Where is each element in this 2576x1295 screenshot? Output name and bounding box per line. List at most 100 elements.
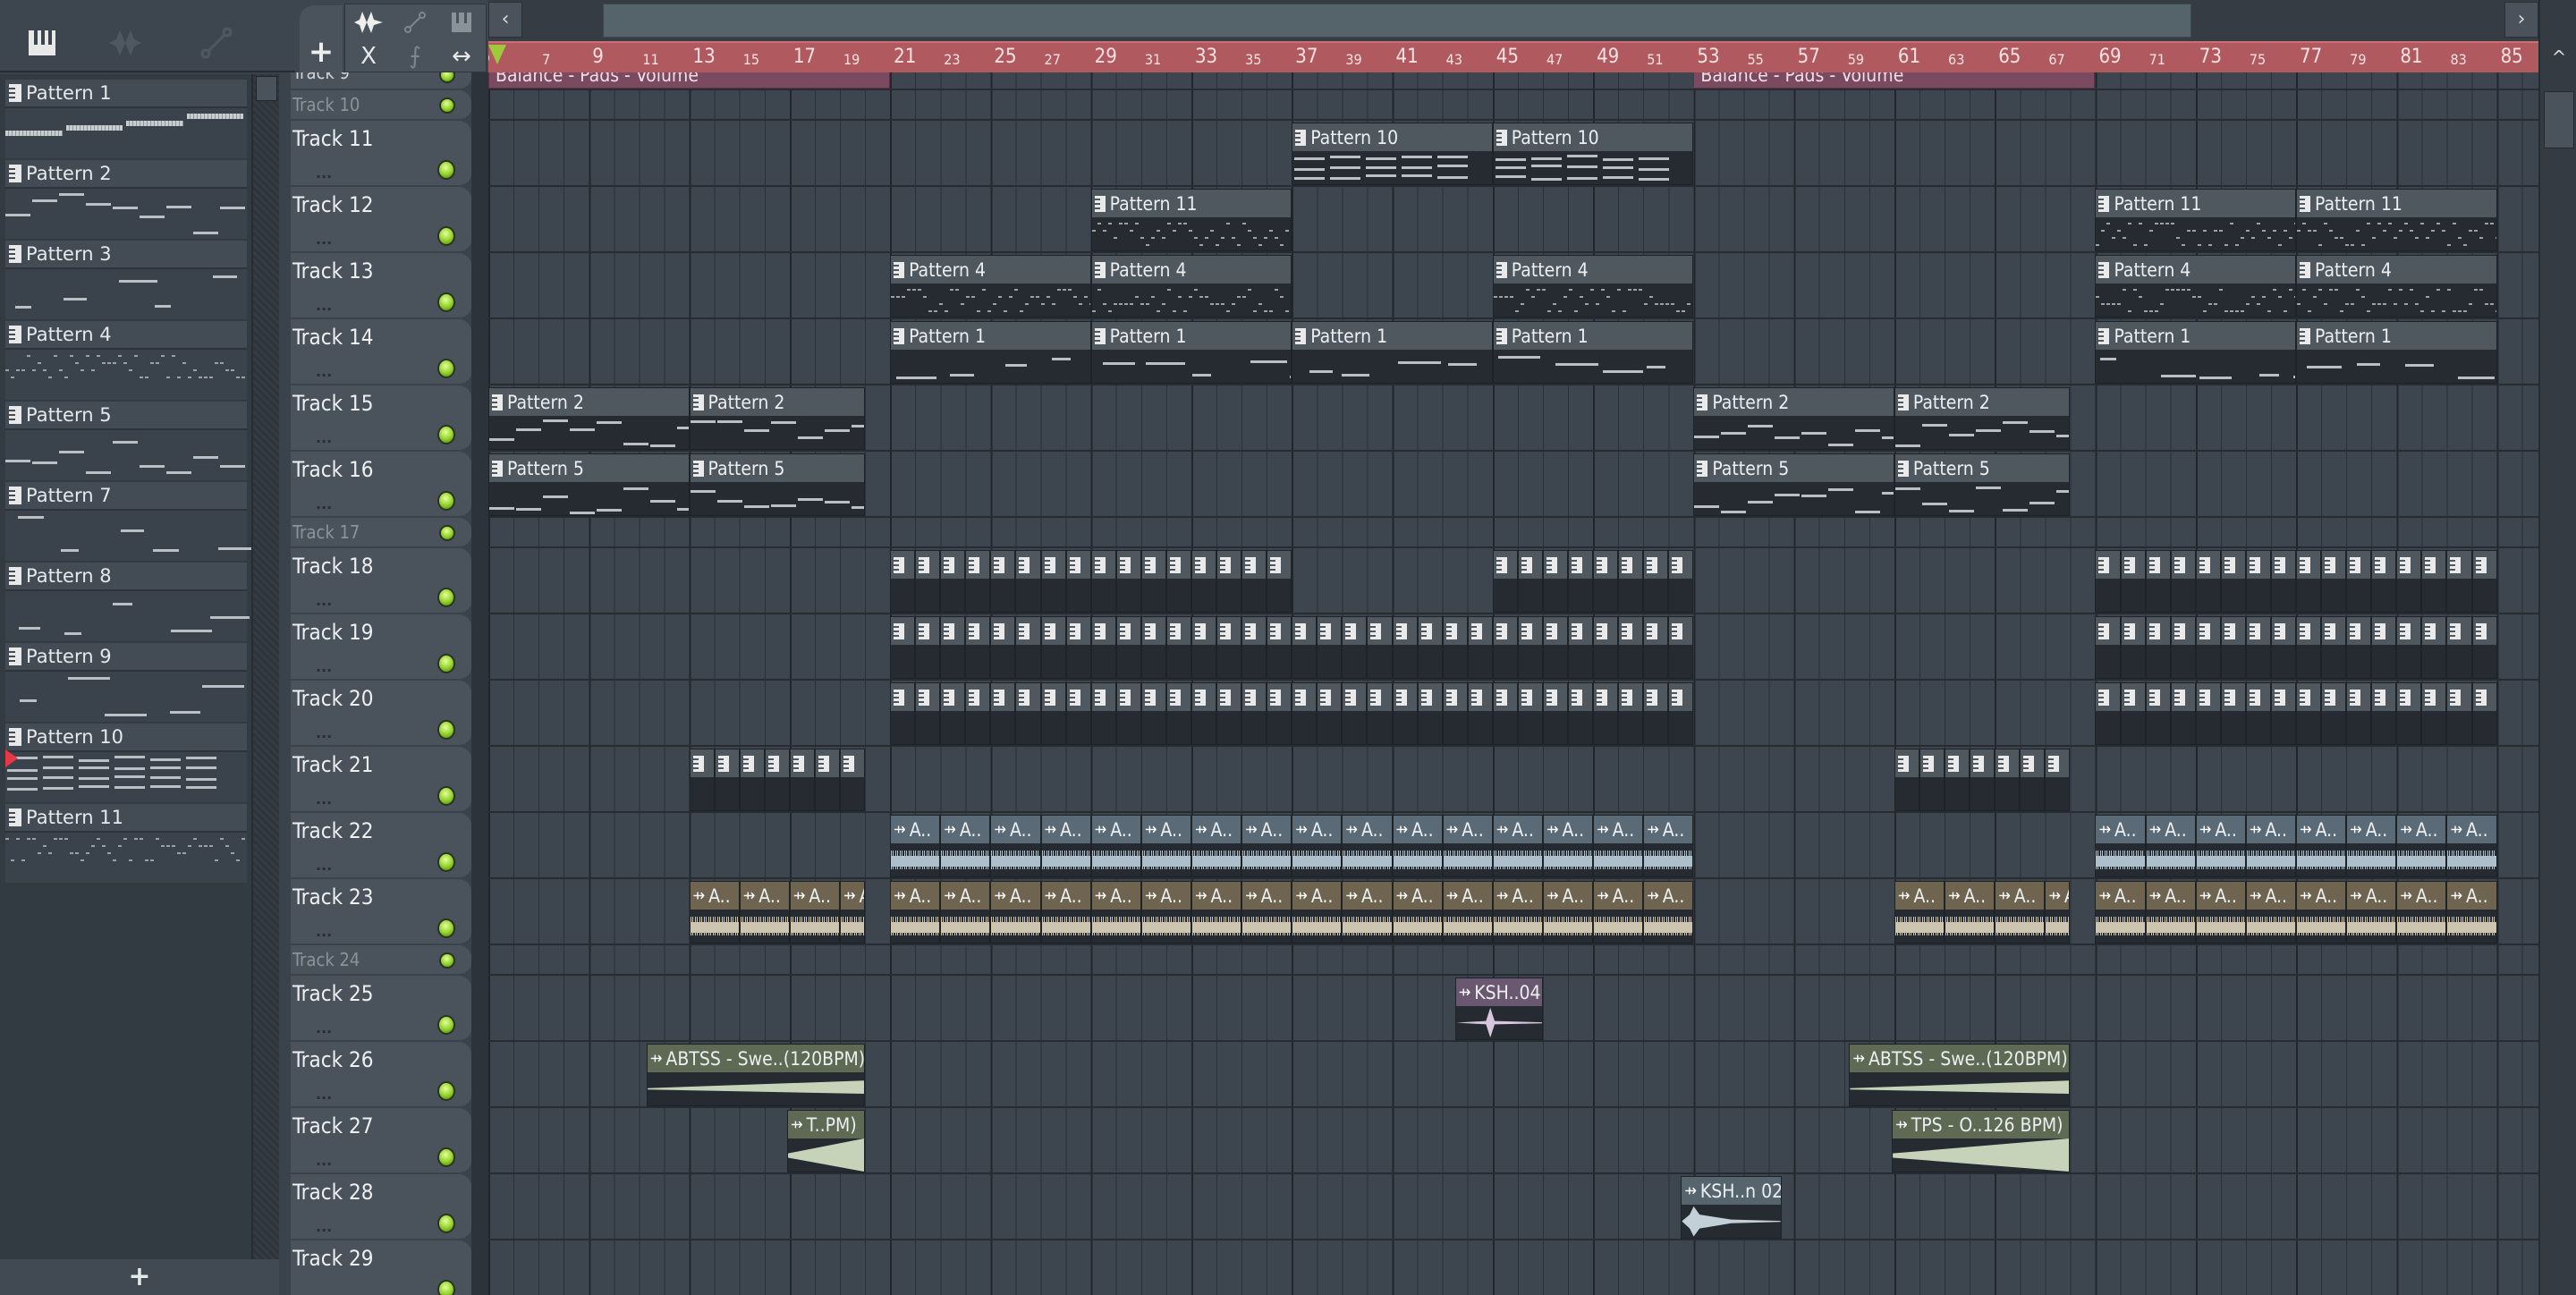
pattern-clip[interactable] — [1115, 550, 1141, 613]
pattern-clip[interactable] — [1643, 616, 1669, 679]
pattern-clip[interactable] — [1216, 616, 1242, 679]
ruler-bar-label[interactable]: 55 — [1748, 51, 1764, 68]
pattern-clip[interactable]: Pattern 5 — [488, 453, 690, 516]
ruler-bar-label[interactable]: 37 — [1295, 46, 1318, 68]
audio-clip[interactable]: ⇸A.. — [940, 815, 991, 877]
pattern-clip[interactable]: Pattern 1 — [890, 321, 1091, 384]
pattern-clip[interactable] — [1267, 550, 1292, 613]
pattern-clip[interactable] — [1367, 616, 1393, 679]
audio-clip[interactable]: ⇸A.. — [1894, 881, 1945, 944]
pattern-clip[interactable] — [2095, 616, 2121, 679]
track-options[interactable]: ... — [316, 592, 332, 609]
playlist-overview-thumb[interactable] — [603, 4, 2191, 38]
audio-clip[interactable]: ⇸A.. — [2346, 815, 2397, 877]
pattern-clip[interactable] — [1668, 616, 1694, 679]
pattern-clip[interactable] — [2296, 616, 2322, 679]
pattern-clip[interactable] — [1090, 682, 1116, 745]
pattern-clip[interactable] — [2321, 616, 2347, 679]
pattern-clip[interactable] — [789, 749, 815, 811]
audio-clip[interactable]: ⇸A.. — [1442, 881, 1493, 944]
pattern-clip[interactable] — [2020, 749, 2046, 811]
pattern-clip[interactable] — [1467, 616, 1493, 679]
track-mute-led[interactable] — [437, 588, 455, 607]
audio-clip[interactable]: ⇸A.. — [2245, 815, 2297, 877]
pattern-clip[interactable] — [1191, 550, 1217, 613]
track-header[interactable]: Track 28... — [291, 1174, 471, 1240]
pattern-clip[interactable] — [2170, 682, 2196, 745]
pattern-clip[interactable] — [1492, 550, 1518, 613]
pattern-clip[interactable] — [2095, 550, 2121, 613]
pattern-clip[interactable] — [1241, 682, 1267, 745]
track-header[interactable]: Track 25... — [291, 976, 471, 1042]
pattern-clip[interactable] — [1417, 616, 1443, 679]
track-mute-led[interactable] — [437, 160, 455, 180]
track-header[interactable]: Track 11... — [291, 121, 471, 187]
track-options[interactable]: ... — [316, 1152, 332, 1169]
pattern-clip[interactable] — [2145, 616, 2171, 679]
ruler-bar-label[interactable]: 63 — [1948, 51, 1964, 68]
ruler-bar-label[interactable]: 67 — [2048, 51, 2064, 68]
pattern-clip[interactable] — [2120, 616, 2146, 679]
pattern-clip[interactable] — [915, 550, 941, 613]
audio-clip[interactable]: ⇸ ABTSS - Swe..(120BPM) — [646, 1044, 866, 1106]
audio-clip[interactable]: ⇸ T..PM) — [787, 1110, 866, 1172]
audio-clip[interactable]: ⇸A.. — [839, 881, 866, 944]
timeline-ruler[interactable]: 5791113151719212325272931333537394143454… — [488, 41, 2538, 72]
pattern-clip[interactable] — [1115, 682, 1141, 745]
audio-clip[interactable]: ⇸A.. — [1090, 881, 1141, 944]
pattern-clip[interactable] — [1995, 749, 2021, 811]
track-header[interactable]: Track 9 — [291, 72, 471, 90]
track-header[interactable]: Track 10 — [291, 90, 471, 121]
pattern-clip[interactable] — [2446, 682, 2472, 745]
pattern-clip[interactable]: Pattern 4 — [1090, 255, 1292, 317]
track-mute-led[interactable] — [439, 97, 455, 114]
pattern-clip[interactable] — [1367, 682, 1393, 745]
pattern-clip[interactable]: Pattern 11 — [2095, 189, 2297, 251]
ruler-bar-label[interactable]: 65 — [1998, 46, 2021, 68]
track-header[interactable]: Track 14... — [291, 319, 471, 385]
ruler-bar-label[interactable]: 21 — [894, 46, 916, 68]
pattern-clip[interactable] — [890, 682, 916, 745]
pattern-clip[interactable] — [2446, 616, 2472, 679]
track-header[interactable]: Track 20... — [291, 681, 471, 747]
pattern-clip[interactable] — [2446, 550, 2472, 613]
pattern-clip[interactable] — [1668, 682, 1694, 745]
track-name[interactable]: Track 10 — [292, 94, 360, 115]
pattern-clip[interactable] — [1241, 616, 1267, 679]
ruler-bar-label[interactable]: 53 — [1697, 46, 1719, 68]
scroll-up-button[interactable]: ^ — [2544, 41, 2574, 73]
audio-clip[interactable]: ⇸A.. — [789, 881, 840, 944]
pattern-clip[interactable] — [1593, 616, 1619, 679]
pattern-clip[interactable] — [2270, 682, 2297, 745]
pattern-clip[interactable] — [2396, 550, 2422, 613]
track-header[interactable]: Track 29... — [291, 1240, 471, 1295]
pattern-clip[interactable] — [1542, 550, 1568, 613]
scrollbar-thumb[interactable] — [2544, 91, 2574, 148]
track-name[interactable]: Track 25 — [292, 981, 373, 1006]
track-name[interactable]: Track 12 — [292, 192, 373, 217]
audio-clip[interactable]: ⇸A.. — [1090, 815, 1141, 877]
pattern-clip[interactable] — [2095, 682, 2121, 745]
ruler-bar-label[interactable]: 25 — [994, 46, 1016, 68]
track-options[interactable]: ... — [316, 1218, 332, 1235]
pattern-clip[interactable] — [2421, 550, 2447, 613]
pattern-clip[interactable] — [2245, 616, 2271, 679]
audio-clip[interactable]: ⇸A.. — [739, 881, 790, 944]
pattern-clip[interactable] — [1115, 616, 1141, 679]
pattern-item[interactable]: Pattern 1 — [5, 80, 247, 158]
pattern-clip[interactable]: Pattern 2 — [488, 387, 690, 450]
pattern-clip[interactable]: Pattern 2 — [1894, 387, 2071, 450]
audio-clip[interactable]: ⇸A.. — [2195, 815, 2246, 877]
audio-clip[interactable]: ⇸A.. — [1040, 815, 1091, 877]
pattern-clip[interactable] — [2270, 616, 2297, 679]
ruler-bar-label[interactable]: 49 — [1597, 46, 1619, 68]
track-header[interactable]: Track 16... — [291, 452, 471, 518]
track-mute-led[interactable] — [437, 1081, 455, 1101]
audio-clip[interactable]: ⇸A.. — [1392, 881, 1443, 944]
pattern-clip[interactable] — [1317, 616, 1343, 679]
pattern-clip[interactable] — [1140, 682, 1166, 745]
pattern-clip[interactable]: Pattern 5 — [1894, 453, 2071, 516]
track-options[interactable]: ... — [316, 724, 332, 741]
track-name[interactable]: Track 18 — [292, 554, 373, 579]
piano-roll-icon[interactable] — [440, 6, 483, 38]
